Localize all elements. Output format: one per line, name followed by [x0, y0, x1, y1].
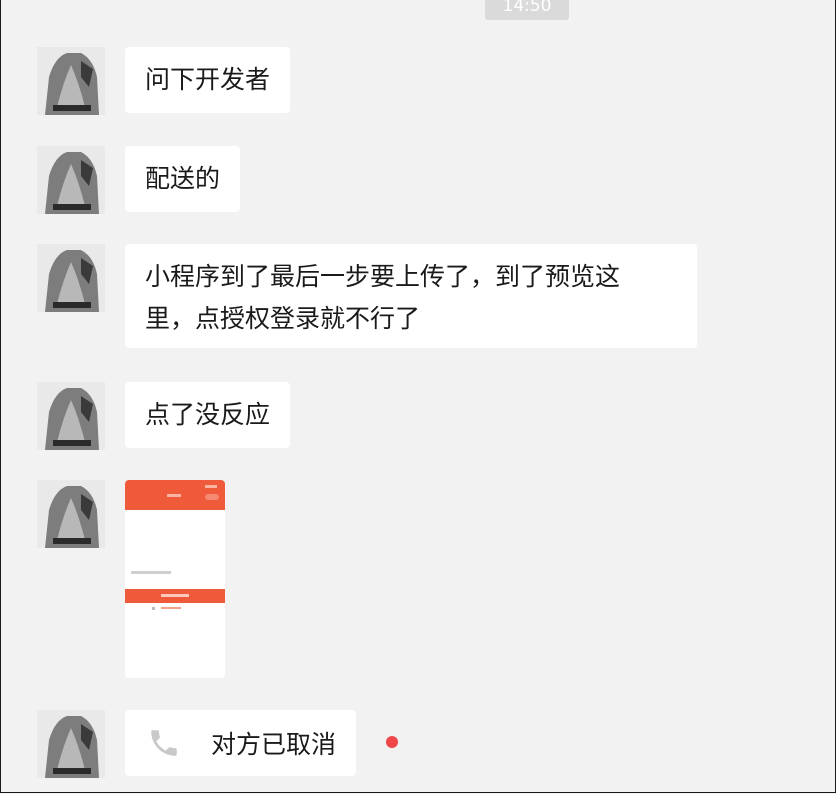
message-bubble[interactable]: 配送的: [125, 146, 241, 212]
screenshot-status-bar: [205, 485, 217, 488]
screenshot-login-button: [125, 589, 225, 603]
call-status-text: 对方已取消: [211, 730, 337, 759]
avatar[interactable]: [37, 146, 105, 214]
screenshot-menu-capsule: [205, 494, 219, 500]
screenshot-button-text: [161, 594, 189, 597]
phone-icon: [151, 730, 177, 756]
message-bubble[interactable]: 点了没反应: [125, 382, 291, 448]
avatar[interactable]: [37, 47, 105, 115]
message-bubble[interactable]: 小程序到了最后一步要上传了，到了预览这 里，点授权登录就不行了: [125, 244, 697, 348]
screenshot-title: [167, 494, 181, 497]
avatar[interactable]: [37, 244, 105, 312]
image-message-thumbnail[interactable]: [125, 480, 225, 678]
message-bubble[interactable]: 问下开发者: [125, 47, 291, 113]
timestamp-badge: 14:50: [485, 0, 569, 20]
screenshot-text-line: [131, 571, 171, 574]
call-message-bubble[interactable]: 对方已取消: [125, 710, 357, 776]
avatar[interactable]: [37, 382, 105, 450]
avatar[interactable]: [37, 480, 105, 548]
screenshot-checkbox: [152, 607, 155, 610]
screenshot-sub-link: [161, 607, 181, 609]
avatar[interactable]: [37, 710, 105, 778]
chat-window: 14:50 问下开发者 配送的 小程序到了最后一步要上传了，到了预览这 里，点授…: [0, 0, 836, 793]
screenshot-top-bar: [125, 480, 225, 510]
message-line: 小程序到了最后一步要上传了，到了预览这: [145, 262, 621, 291]
message-line: 里，点授权登录就不行了: [145, 304, 421, 333]
unread-dot: [386, 736, 398, 748]
